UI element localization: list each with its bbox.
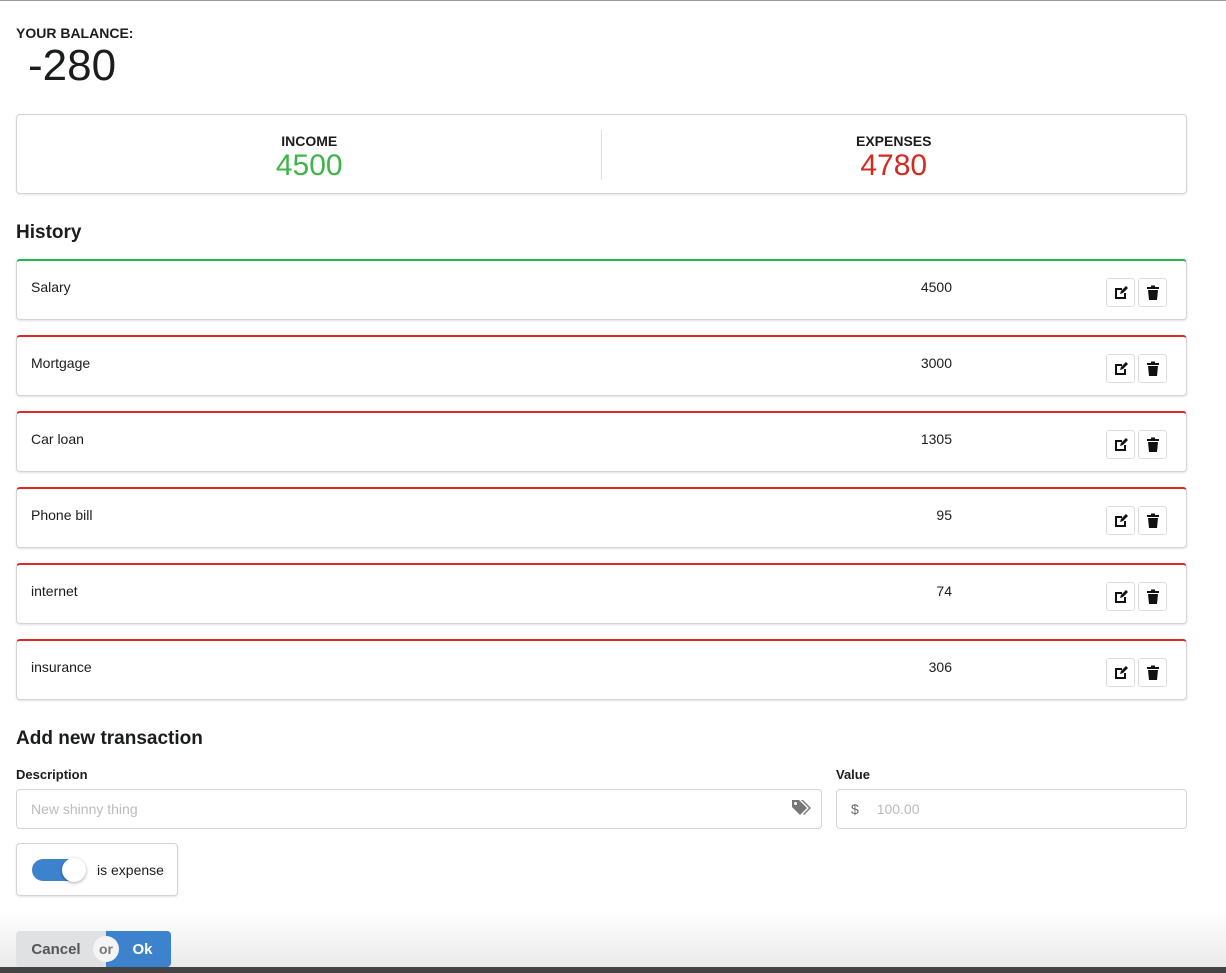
item-amount: 306 bbox=[928, 659, 952, 675]
expenses-label: EXPENSES bbox=[856, 133, 932, 149]
edit-button[interactable] bbox=[1106, 582, 1135, 611]
edit-icon bbox=[1114, 285, 1128, 299]
expense-toggle[interactable] bbox=[32, 858, 86, 882]
item-description: Mortgage bbox=[31, 355, 91, 371]
delete-button[interactable] bbox=[1138, 658, 1167, 687]
item-amount: 95 bbox=[936, 507, 952, 523]
description-input[interactable]: New shinny thing bbox=[16, 789, 822, 829]
or-label: or bbox=[93, 936, 119, 962]
trash-icon bbox=[1146, 285, 1159, 300]
trash-icon bbox=[1146, 513, 1159, 528]
edit-button[interactable] bbox=[1106, 278, 1135, 307]
value-placeholder: 100.00 bbox=[876, 801, 920, 817]
edit-icon bbox=[1114, 589, 1128, 603]
bottom-bar bbox=[0, 967, 1226, 973]
value-input[interactable]: $ 100.00 bbox=[836, 789, 1187, 829]
item-amount: 74 bbox=[936, 583, 952, 599]
history-item: Phone bill 95 bbox=[16, 487, 1187, 548]
trash-icon bbox=[1146, 665, 1159, 680]
tags-icon bbox=[791, 799, 811, 820]
history-item: Salary 4500 bbox=[16, 259, 1187, 320]
delete-button[interactable] bbox=[1138, 506, 1167, 535]
edit-button[interactable] bbox=[1106, 430, 1135, 459]
item-description: Car loan bbox=[31, 431, 84, 447]
history-item: internet 74 bbox=[16, 563, 1187, 624]
item-amount: 1305 bbox=[920, 431, 952, 447]
toggle-label: is expense bbox=[97, 862, 164, 878]
description-label: Description bbox=[16, 767, 88, 782]
edit-button[interactable] bbox=[1106, 354, 1135, 383]
edit-button[interactable] bbox=[1106, 658, 1135, 687]
delete-button[interactable] bbox=[1138, 582, 1167, 611]
dollar-icon: $ bbox=[851, 801, 859, 817]
footer bbox=[0, 911, 1226, 973]
trash-icon bbox=[1146, 437, 1159, 452]
add-transaction-heading: Add new transaction bbox=[16, 728, 203, 749]
edit-icon bbox=[1114, 437, 1128, 451]
delete-button[interactable] bbox=[1138, 430, 1167, 459]
item-description: Salary bbox=[31, 279, 71, 295]
item-description: internet bbox=[31, 583, 78, 599]
income-stat: INCOME 4500 bbox=[17, 115, 602, 183]
delete-button[interactable] bbox=[1138, 354, 1167, 383]
item-amount: 4500 bbox=[920, 279, 952, 295]
history-item: Mortgage 3000 bbox=[16, 335, 1187, 396]
edit-button[interactable] bbox=[1106, 506, 1135, 535]
expenses-stat: EXPENSES 4780 bbox=[602, 115, 1187, 183]
item-amount: 3000 bbox=[920, 355, 952, 371]
expense-toggle-container: is expense bbox=[16, 843, 178, 896]
history-item: Car loan 1305 bbox=[16, 411, 1187, 472]
value-label: Value bbox=[836, 767, 870, 782]
balance-value: -280 bbox=[28, 41, 117, 90]
expenses-value: 4780 bbox=[860, 149, 928, 182]
balance-label: YOUR BALANCE: bbox=[16, 25, 134, 41]
history-heading: History bbox=[16, 222, 82, 243]
edit-icon bbox=[1114, 361, 1128, 375]
income-label: INCOME bbox=[281, 133, 338, 149]
item-description: Phone bill bbox=[31, 507, 93, 523]
income-value: 4500 bbox=[275, 149, 343, 182]
edit-icon bbox=[1114, 513, 1128, 527]
edit-icon bbox=[1114, 665, 1128, 679]
trash-icon bbox=[1146, 361, 1159, 376]
trash-icon bbox=[1146, 589, 1159, 604]
history-item: insurance 306 bbox=[16, 639, 1187, 700]
summary-card: INCOME 4500 EXPENSES 4780 bbox=[16, 114, 1187, 194]
description-placeholder: New shinny thing bbox=[31, 801, 138, 817]
item-description: insurance bbox=[31, 659, 92, 675]
delete-button[interactable] bbox=[1138, 278, 1167, 307]
toggle-knob[interactable] bbox=[62, 858, 86, 882]
